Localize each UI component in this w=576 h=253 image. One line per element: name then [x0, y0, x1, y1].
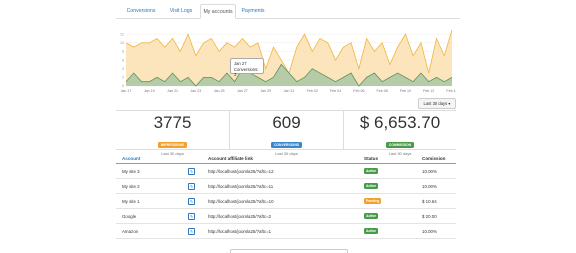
stats-panel: 3775 IMPRESSIONS Last 30 days 609 CONVER… — [116, 110, 456, 156]
account-name: My site 3 — [116, 163, 182, 179]
edit-cell: ✎ — [182, 178, 202, 194]
account-name: My site 2 — [116, 178, 182, 194]
edit-icon[interactable]: ✎ — [188, 167, 195, 175]
stat-value: $ 6,653.70 — [359, 113, 441, 132]
col-link: Account affiliate link — [202, 154, 358, 164]
x-tick-label: Jan 29 — [260, 89, 271, 93]
table-header-row: Account Account affiliate link Status Co… — [116, 154, 456, 164]
col-account[interactable]: Account — [116, 154, 182, 164]
table-row: My site 2 ✎ http://localhost/joomla25/?aft… — [116, 178, 456, 194]
stat-conversions: 609 CONVERSIONS Last 30 days — [230, 111, 343, 156]
affiliate-link: http://localhost/joomla25/?aftc=1 — [202, 223, 358, 239]
x-tick-label: Jan 25 — [214, 89, 225, 93]
x-tick-label: Jan 17 — [121, 89, 132, 93]
y-tick-label: 0 — [122, 84, 124, 88]
x-tick-label: Feb 04 — [330, 89, 341, 93]
y-tick-label: 10 — [120, 41, 124, 45]
stat-badge: IMPRESSIONS — [157, 142, 188, 148]
account-name: My site 1 — [116, 193, 182, 209]
edit-icon[interactable]: ✎ — [188, 182, 195, 190]
col-status: Status — [358, 154, 416, 164]
stat-impressions: 3775 IMPRESSIONS Last 30 days — [116, 111, 229, 156]
commission-value: 10.00% — [416, 178, 456, 194]
stat-value: 3775 — [153, 113, 192, 132]
tab-my-accounts[interactable]: My accounts — [200, 4, 236, 19]
stat-badge: COMMISSION — [385, 142, 415, 148]
status-badge: Active — [364, 168, 379, 174]
table-row: Google ✎ http://localhost/joomla25/?aftc=2… — [116, 208, 456, 224]
col-commission: Comission — [416, 154, 456, 164]
status-cell: Pending — [358, 193, 416, 209]
y-tick-label: 2 — [122, 76, 124, 80]
status-badge: Pending — [364, 198, 382, 204]
commission-value: $ 20.00 — [416, 208, 456, 224]
status-cell: Active — [358, 208, 416, 224]
table-row: Amazon ✎ http://localhost/joomla25/?aftc=1… — [116, 223, 456, 239]
chart-tooltip: Jan 27 Conversions: 3 — [230, 58, 264, 77]
account-name: Google — [116, 208, 182, 224]
conversions-chart: 0 2 4 6 8 10 12 Jan 17 Jan 19 Jan 21 Jan 23 Jan 25 J… — [120, 30, 456, 93]
commission-value: $ 10.64 — [416, 193, 456, 209]
status-cell: Active — [358, 178, 416, 194]
x-tick-label: Feb 08 — [377, 89, 388, 93]
tab-payments[interactable]: Payments — [236, 4, 270, 18]
y-tick-label: 8 — [122, 50, 124, 54]
stat-commission: $ 6,653.70 COMMISSION Last 30 days — [344, 111, 456, 156]
edit-icon[interactable]: ✎ — [188, 212, 195, 220]
date-range-dropdown[interactable]: Last 30 days ▾ — [418, 98, 456, 109]
affiliate-link: http://localhost/joomla25/?aftc=12 — [202, 163, 358, 179]
y-tick-label: 12 — [120, 32, 124, 36]
tab-bar: Conversions Visit Logs My accounts Payme… — [116, 4, 460, 19]
x-tick-label: Feb 10 — [400, 89, 411, 93]
edit-cell: ✎ — [182, 208, 202, 224]
x-tick-label: Jan 31 — [284, 89, 295, 93]
tab-conversions[interactable]: Conversions — [120, 4, 162, 18]
accounts-table: Account Account affiliate link Status Co… — [116, 154, 456, 239]
edit-cell: ✎ — [182, 163, 202, 179]
tab-visit-logs[interactable]: Visit Logs — [162, 4, 200, 18]
x-tick-label: Jan 23 — [190, 89, 201, 93]
affiliate-link: http://localhost/joomla25/?aftc=2 — [202, 208, 358, 224]
x-tick-label: Jan 19 — [144, 89, 155, 93]
stat-badge: CONVERSIONS — [270, 142, 303, 148]
affiliate-link: http://localhost/joomla25/?aftc=10 — [202, 193, 358, 209]
status-badge: Active — [364, 183, 379, 189]
col-edit — [182, 154, 202, 164]
commission-value: 10.00% — [416, 163, 456, 179]
x-tick-label: Feb 02 — [307, 89, 318, 93]
edit-icon[interactable]: ✎ — [188, 227, 195, 235]
x-tick-label: Feb 14 — [446, 89, 456, 93]
y-tick-label: 4 — [122, 67, 124, 71]
status-cell: Active — [358, 223, 416, 239]
status-badge: Active — [364, 228, 379, 234]
affiliate-link: http://localhost/joomla25/?aftc=11 — [202, 178, 358, 194]
edit-icon[interactable]: ✎ — [188, 197, 195, 205]
status-badge: Active — [364, 213, 379, 219]
x-tick-label: Feb 06 — [353, 89, 364, 93]
pagination-bar — [230, 249, 348, 253]
edit-cell: ✎ — [182, 193, 202, 209]
account-name: Amazon — [116, 223, 182, 239]
table-row: My site 3 ✎ http://localhost/joomla25/?aft… — [116, 163, 456, 179]
commission-value: 10.00% — [416, 223, 456, 239]
x-tick-label: Feb 12 — [423, 89, 434, 93]
stat-value: 609 — [272, 113, 301, 132]
status-cell: Active — [358, 163, 416, 179]
edit-cell: ✎ — [182, 223, 202, 239]
table-row: My site 1 ✎ http://localhost/joomla25/?aft… — [116, 193, 456, 209]
tooltip-text: Conversions: 3 — [234, 66, 259, 78]
y-tick-label: 6 — [122, 58, 124, 62]
x-tick-label: Jan 27 — [237, 89, 248, 93]
x-tick-label: Jan 21 — [167, 89, 178, 93]
